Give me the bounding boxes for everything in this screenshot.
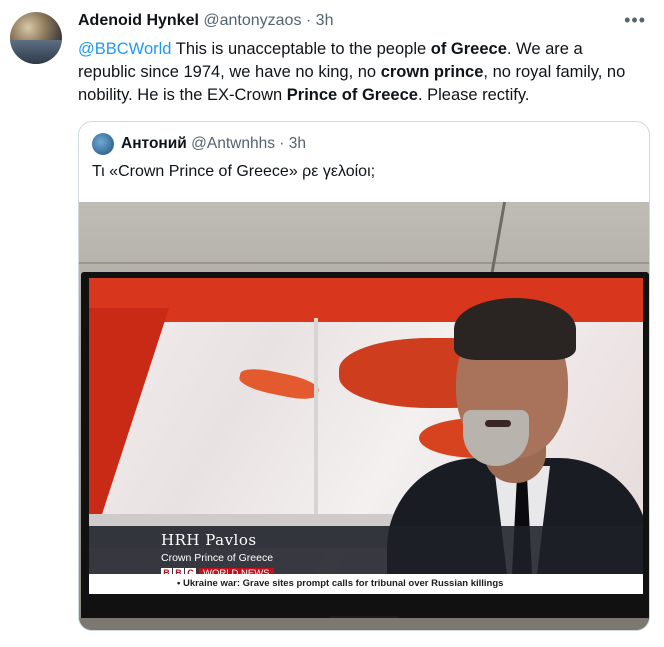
studio-red-strip: [89, 308, 169, 528]
bold-part: Prince of Greece: [286, 86, 418, 104]
more-options-icon[interactable]: •••: [624, 10, 646, 31]
quoted-tweet[interactable]: Антоний @Antwnhhs · 3h Τι «Crown Prince …: [78, 121, 650, 631]
ticker-text: • Ukraine war: Grave sites prompt calls …: [177, 578, 504, 589]
quote-author-handle: @Antwnhhs: [191, 135, 275, 152]
quote-text: Τι «Crown Prince of Greece» ρε γελοίοι;: [92, 163, 376, 180]
tweet-text: @BBCWorld This is unacceptable to the pe…: [78, 38, 638, 107]
wall-line: [79, 262, 649, 264]
floor: [79, 618, 649, 630]
quote-separator: ·: [279, 135, 285, 152]
mention-link[interactable]: @BBCWorld: [78, 40, 171, 58]
bold-part: of Greece: [430, 40, 507, 58]
header-separator: ·: [305, 12, 312, 29]
tv-screen: HRH Pavlos Crown Prince of Greece B B C …: [89, 278, 643, 594]
quote-author-avatar: [92, 133, 114, 155]
lower-third-caption: HRH Pavlos Crown Prince of Greece B B C …: [161, 531, 274, 580]
tweet[interactable]: Adenoid Hynkel @antonyzaos · 3h ••• @BBC…: [0, 0, 664, 647]
television: HRH Pavlos Crown Prince of Greece B B C …: [81, 272, 649, 622]
news-ticker: • Ukraine war: Grave sites prompt calls …: [89, 574, 643, 594]
quote-author-name: Антоний: [121, 135, 187, 152]
author-handle[interactable]: @antonyzaos: [203, 12, 301, 29]
text-part: This is unacceptable to the people: [171, 40, 431, 58]
author-avatar[interactable]: [10, 12, 62, 64]
caption-name: HRH Pavlos: [161, 531, 257, 549]
bold-part: crown prince: [380, 63, 484, 81]
tweet-header: Adenoid Hynkel @antonyzaos · 3h: [78, 12, 333, 30]
tweet-time[interactable]: 3h: [316, 12, 334, 29]
quote-header: Антоний @Antwnhhs · 3h: [121, 135, 306, 153]
cable: [488, 202, 507, 282]
quote-photo[interactable]: HRH Pavlos Crown Prince of Greece B B C …: [79, 202, 649, 630]
caption-title: Crown Prince of Greece: [161, 552, 274, 564]
quote-time: 3h: [288, 135, 307, 152]
person-hair: [454, 298, 576, 360]
person-mouth: [485, 420, 511, 427]
text-part: . Please rectify.: [417, 86, 530, 104]
studio-map-shape: [237, 364, 321, 404]
studio-pillar: [314, 318, 318, 538]
author-name[interactable]: Adenoid Hynkel: [78, 12, 199, 29]
